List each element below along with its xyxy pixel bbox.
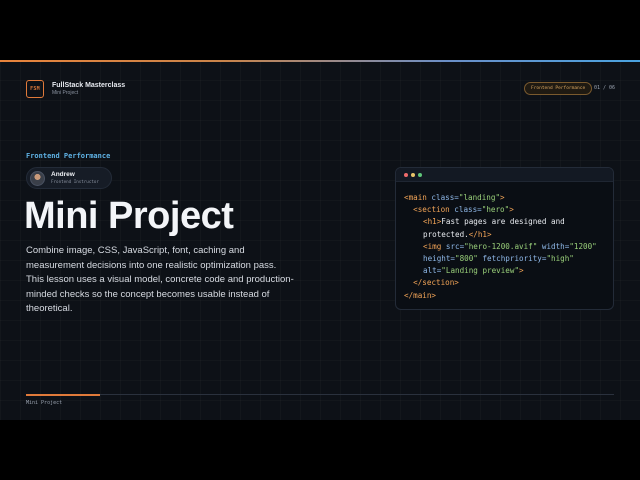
- code-tag: <h1>: [423, 217, 442, 227]
- code-attr: alt=: [423, 266, 442, 276]
- brand-text: FullStack Masterclass Mini Project: [52, 82, 125, 96]
- code-line: </section>: [404, 277, 605, 289]
- maximize-dot-icon: [418, 172, 422, 177]
- code-line: <main class="landing">: [404, 192, 605, 204]
- progress-track: [26, 393, 614, 396]
- lesson-description: Combine image, CSS, JavaScript, font, ca…: [26, 245, 294, 314]
- code-tag: </main>: [404, 290, 437, 300]
- code-tag: <main: [404, 193, 427, 202]
- code-tag: >: [500, 193, 505, 202]
- code-line: </main>: [404, 290, 605, 302]
- instructor-role: Frontend Instructor: [51, 178, 99, 184]
- instructor-chip: Andrew Frontend Instructor: [26, 167, 112, 189]
- instructor-name: Andrew: [51, 170, 75, 178]
- eyebrow-label: Frontend Performance: [26, 152, 111, 160]
- code-attr: class=: [449, 205, 482, 215]
- code-attr: width=: [537, 241, 570, 251]
- code-text: Fast pages are designed and protected.: [423, 217, 570, 239]
- code-tag: <section: [413, 205, 450, 215]
- code-tag: >: [519, 266, 524, 276]
- code-attr: height=: [423, 254, 456, 264]
- code-string: "hero": [481, 205, 510, 215]
- code-line: <section class="hero">: [404, 204, 605, 216]
- code-tag: >: [509, 205, 514, 215]
- code-attr: src=: [441, 241, 465, 251]
- code-string: "high": [546, 254, 574, 264]
- progress-fill: [26, 393, 100, 396]
- page-counter: 01 / 06: [594, 85, 616, 91]
- top-accent-bar: [0, 60, 640, 62]
- code-attr: class=: [426, 193, 459, 202]
- code-string: "hero-1200.avif": [464, 241, 538, 251]
- code-block: <main class="landing"> <section class="h…: [396, 182, 613, 302]
- avatar: [30, 170, 45, 186]
- code-string: "800": [455, 254, 478, 264]
- brand-title: FullStack Masterclass: [52, 81, 126, 89]
- code-tag: <img: [423, 241, 442, 251]
- instructor-text: Andrew Frontend Instructor: [51, 170, 99, 184]
- slide: FSM FullStack Masterclass Mini Project F…: [0, 60, 640, 420]
- brand-subtitle: Mini Project: [52, 89, 79, 96]
- code-line: <img src="hero-1200.avif" width="1200" h…: [404, 241, 605, 278]
- code-tag: </h1>: [468, 229, 492, 239]
- close-dot-icon: [404, 172, 408, 177]
- code-string: "landing": [458, 193, 501, 202]
- minimize-dot-icon: [411, 172, 415, 177]
- topic-badge: Frontend Performance: [524, 82, 593, 95]
- code-tag: </section>: [413, 278, 459, 288]
- code-attr: fetchpriority=: [477, 254, 547, 264]
- code-window: <main class="landing"> <section class="h…: [395, 167, 614, 310]
- code-line: <h1>Fast pages are designed and protecte…: [404, 216, 605, 240]
- code-string: "1200": [569, 241, 597, 251]
- code-window-header: [396, 168, 613, 182]
- brand: FSM FullStack Masterclass Mini Project: [26, 80, 125, 98]
- footer-label: Mini Project: [26, 400, 63, 406]
- page-title: Mini Project: [24, 195, 234, 237]
- brand-logo: FSM: [26, 80, 44, 98]
- code-string: "Landing preview": [441, 266, 520, 276]
